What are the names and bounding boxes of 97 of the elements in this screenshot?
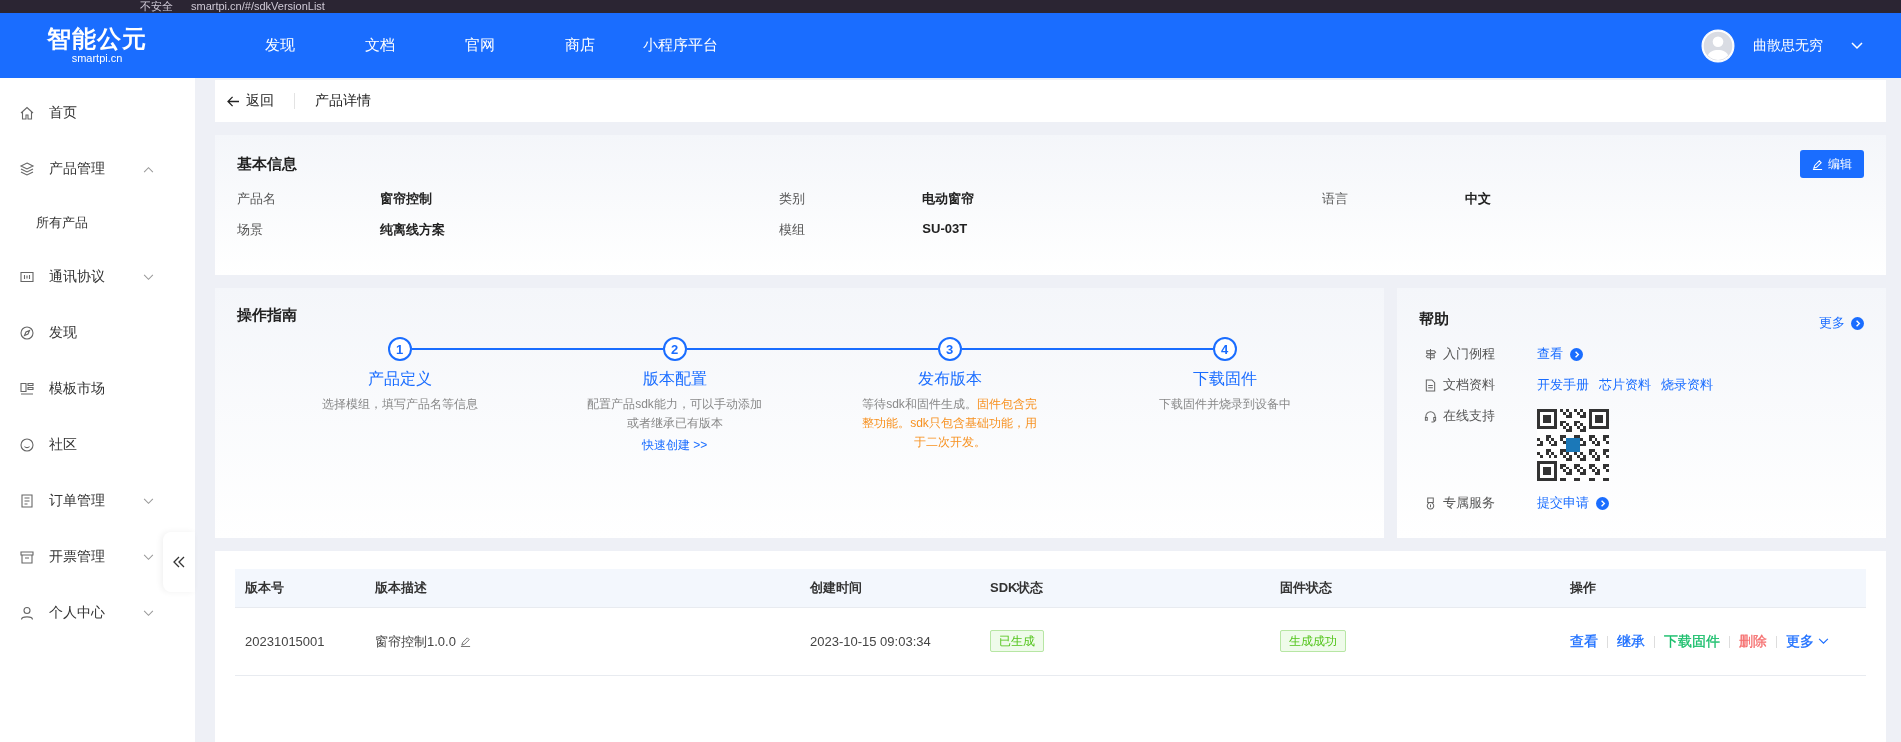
- status-tag: 已生成: [990, 630, 1044, 652]
- help-link[interactable]: 查看: [1537, 345, 1583, 363]
- sidebar-item[interactable]: 订单管理: [0, 473, 160, 529]
- layers-icon: [19, 161, 35, 177]
- sidebar-item[interactable]: 开票管理: [0, 529, 160, 585]
- action-link[interactable]: 继承: [1617, 632, 1645, 651]
- step-description: 下载固件并烧录到设备中: [1157, 396, 1292, 413]
- help-link[interactable]: 烧录资料: [1661, 376, 1713, 394]
- help-link[interactable]: 开发手册: [1537, 376, 1589, 394]
- step-title: 版本配置: [642, 369, 707, 389]
- column-header: SDK状态: [990, 579, 1045, 597]
- medal-icon: [1424, 496, 1437, 510]
- sidebar-item[interactable]: 社区: [0, 417, 160, 473]
- edit-button[interactable]: 编辑: [1800, 150, 1864, 178]
- logo-subtitle: smartpi.cn: [71, 52, 123, 65]
- help-label: 入门例程: [1443, 345, 1495, 363]
- action-link[interactable]: 更多: [1786, 632, 1829, 651]
- step-number: 4: [1212, 337, 1237, 361]
- signpost-icon: [1424, 347, 1437, 361]
- sidebar-item[interactable]: 发现: [0, 305, 160, 361]
- nav-link[interactable]: 小程序平台: [630, 36, 730, 55]
- document-icon: [1424, 378, 1437, 392]
- qr-code-icon: [1537, 409, 1609, 481]
- field-label: 场景: [237, 221, 264, 239]
- field-label: 模组: [779, 221, 807, 239]
- table-cell: 窗帘控制1.0.0: [375, 632, 456, 651]
- sidebar-item[interactable]: 通讯协议: [0, 249, 160, 305]
- step-number: 1: [387, 337, 412, 361]
- user-name[interactable]: 曲散思无穷: [1753, 36, 1823, 55]
- help-label: 专属服务: [1443, 494, 1495, 512]
- pencil-icon: [1812, 158, 1823, 170]
- sidebar-subitem[interactable]: 所有产品: [0, 197, 195, 249]
- page-title: 产品详情: [315, 92, 371, 110]
- sidebar-item[interactable]: 模板市场: [0, 361, 160, 417]
- field-value: 电动窗帘: [922, 190, 975, 208]
- address-text[interactable]: smartpi.cn/#/sdkVersionList: [191, 0, 325, 13]
- collapse-button[interactable]: [163, 532, 195, 592]
- table-cell-text: 2023-10-15 09:03:34: [810, 634, 932, 649]
- nav-link[interactable]: 发现: [230, 36, 330, 55]
- caret-icon[interactable]: [1851, 41, 1863, 50]
- field-label: 语言: [1321, 190, 1349, 208]
- status-tag: 生成成功: [1280, 630, 1346, 652]
- step-title: 发布版本: [917, 369, 982, 389]
- nav-link[interactable]: 文档: [330, 36, 430, 55]
- table-cell-text: 20231015001: [245, 634, 326, 649]
- column-header: 版本号: [245, 579, 285, 597]
- nav-link[interactable]: 商店: [530, 36, 630, 55]
- field-value: 中文: [1464, 190, 1491, 208]
- field-value: 窗帘控制: [380, 190, 432, 208]
- panel-icon: [19, 269, 35, 285]
- step-description: 等待sdk和固件生成。固件包含完整功能。sdk只包含基础功能，用于二次开发。: [861, 396, 1038, 451]
- action-link[interactable]: 删除: [1739, 632, 1767, 651]
- card-title: 基本信息: [237, 154, 297, 174]
- card-title: 帮助: [1419, 309, 1449, 329]
- document-icon: [19, 493, 35, 509]
- step-description: 选择模组，填写产品名等信息: [320, 396, 479, 413]
- field-label: 类别: [779, 190, 807, 208]
- back-link[interactable]: 返回: [227, 92, 274, 110]
- action-link[interactable]: 下载固件: [1664, 632, 1720, 651]
- layout-icon: [19, 381, 35, 397]
- more-link[interactable]: 更多: [1819, 314, 1864, 332]
- sidebar-item[interactable]: 个人中心: [0, 585, 160, 641]
- headset-icon: [1424, 409, 1437, 423]
- help-label: 文档资料: [1443, 376, 1495, 394]
- help-link[interactable]: 提交申请: [1537, 494, 1609, 512]
- compass-icon: [19, 325, 35, 341]
- archive-icon: [19, 549, 35, 565]
- step-number: 2: [662, 337, 687, 361]
- step-title: 产品定义: [367, 369, 432, 389]
- field-label: 产品名: [237, 190, 277, 208]
- field-value: SU-03T: [922, 221, 968, 238]
- pencil-icon[interactable]: [459, 636, 471, 647]
- action-link[interactable]: 查看: [1570, 632, 1598, 651]
- help-link[interactable]: 芯片资料: [1599, 376, 1651, 394]
- home-icon: [19, 105, 35, 121]
- step-title: 下载固件: [1192, 369, 1257, 389]
- step-description: 配置产品sdk能力，可以手动添加或者继承已有版本: [586, 396, 763, 432]
- logo-text[interactable]: 智能公元: [47, 26, 147, 52]
- card-title: 操作指南: [237, 306, 297, 323]
- step-number: 3: [937, 337, 962, 361]
- arrow-left-icon: [227, 95, 240, 107]
- sidebar-item[interactable]: 首页: [0, 85, 160, 141]
- arrow-circle-icon: [1851, 316, 1864, 330]
- field-value: 纯离线方案: [380, 221, 445, 239]
- avatar-icon[interactable]: [1701, 28, 1735, 63]
- security-label: 不安全: [140, 0, 173, 13]
- column-header: 操作: [1570, 579, 1597, 597]
- column-header: 固件状态: [1280, 579, 1333, 597]
- double-chevron-icon: [172, 555, 186, 569]
- user-icon: [19, 605, 35, 621]
- nav-link[interactable]: 官网: [430, 36, 530, 55]
- sidebar-item[interactable]: 产品管理: [0, 141, 160, 197]
- help-label: 在线支持: [1443, 407, 1495, 425]
- column-header: 版本描述: [375, 579, 428, 597]
- column-header: 创建时间: [810, 579, 863, 597]
- smile-icon: [19, 437, 35, 453]
- quick-create-link[interactable]: 快速创建 >>: [641, 437, 708, 454]
